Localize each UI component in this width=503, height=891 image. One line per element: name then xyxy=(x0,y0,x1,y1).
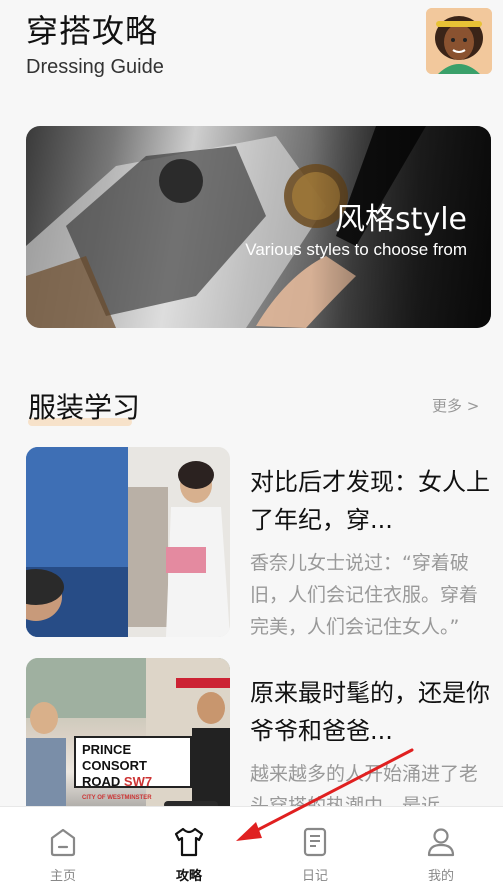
user-icon xyxy=(427,828,455,857)
article-description: 香奈儿女士说过：“穿着破旧，人们会记住衣服。穿着完美，人们会记住女人。” xyxy=(250,552,479,637)
shirt-icon xyxy=(174,827,204,857)
style-banner[interactable]: 风格style Various styles to choose from xyxy=(26,126,491,328)
avatar-illustration xyxy=(426,8,492,74)
tab-label: 日记 xyxy=(301,869,328,884)
tab-profile[interactable]: 我的 xyxy=(378,807,503,891)
article-card[interactable]: 对比后才发现：女人上了年纪，穿... 香奈儿女士说过：“穿着破旧，人们会记住衣服… xyxy=(26,447,491,639)
tab-label: 攻略 xyxy=(175,869,202,884)
more-link[interactable]: 更多 > xyxy=(432,395,479,416)
tab-home[interactable]: 主页 xyxy=(0,807,126,891)
page-subtitle: Dressing Guide xyxy=(26,56,164,78)
street-sign-line2: ROAD SW7 xyxy=(82,774,184,790)
tab-label: 我的 xyxy=(427,869,454,884)
tab-diary[interactable]: 日记 xyxy=(252,807,378,891)
street-sign-code: SW7 xyxy=(123,774,153,789)
article-thumbnail xyxy=(26,447,230,637)
tab-label: 主页 xyxy=(49,869,76,884)
tab-guide[interactable]: 攻略 xyxy=(126,807,252,891)
page-header: 穿搭攻略 Dressing Guide xyxy=(26,0,164,79)
street-sign: PRINCE CONSORT ROAD SW7 CITY OF WESTMINS… xyxy=(74,736,192,801)
home-icon xyxy=(50,828,76,857)
bottom-tab-bar: 主页 攻略 日记 我的 xyxy=(0,806,503,891)
banner-title: 风格style xyxy=(335,202,467,237)
notebook-icon xyxy=(303,827,327,857)
page-title: 穿搭攻略 xyxy=(26,12,159,50)
street-sign-line1: PRINCE CONSORT xyxy=(82,742,147,773)
street-sign-road: ROAD xyxy=(82,774,121,789)
avatar[interactable] xyxy=(426,8,492,74)
article-title: 原来最时髦的，还是你爷爷和爸爸... xyxy=(250,679,490,745)
section-title: 服装学习 xyxy=(28,391,141,424)
thumbnail-photo xyxy=(26,447,230,637)
article-title: 对比后才发现：女人上了年纪，穿... xyxy=(250,468,490,534)
banner-subtitle: Various styles to choose from xyxy=(245,240,467,259)
